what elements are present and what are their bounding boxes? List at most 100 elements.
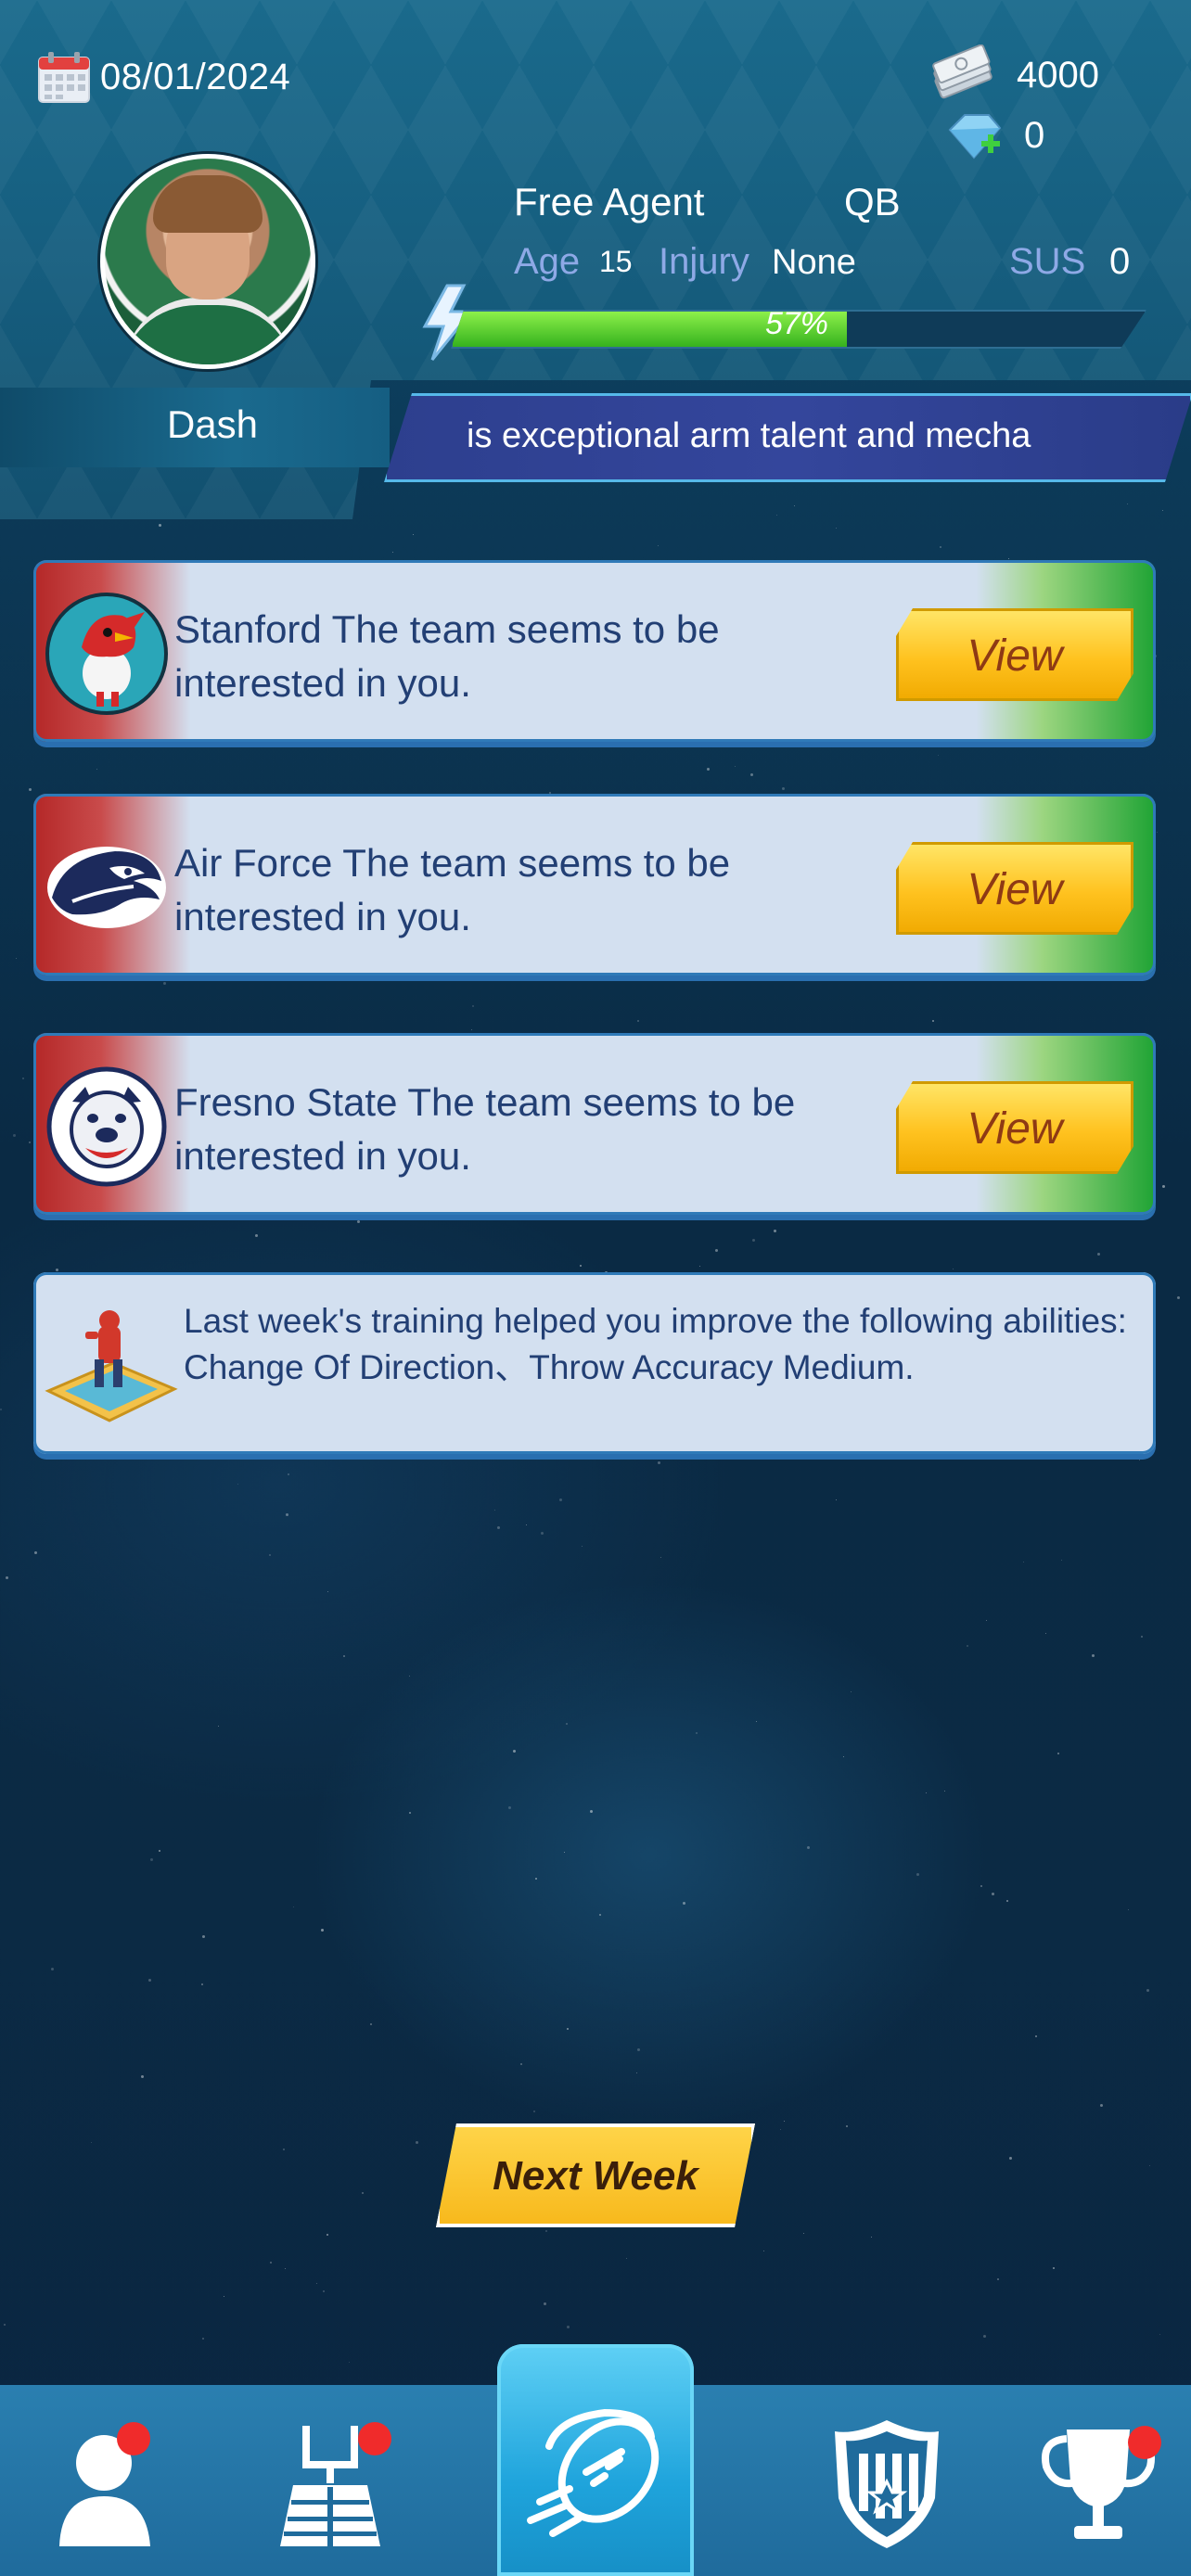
- view-button-label: View: [967, 865, 1063, 914]
- current-date: 08/01/2024: [100, 56, 291, 97]
- view-button-label: View: [967, 1104, 1063, 1154]
- star: [636, 2072, 637, 2073]
- star: [321, 1929, 324, 1932]
- star: [637, 1020, 639, 1022]
- star: [1045, 1633, 1046, 1634]
- star: [1008, 558, 1009, 559]
- scouting-ticker: is exceptional arm talent and mecha: [384, 393, 1191, 482]
- star: [286, 1513, 288, 1516]
- star: [471, 1029, 472, 1030]
- star: [409, 1812, 411, 1814]
- star: [96, 769, 97, 770]
- star: [327, 1591, 328, 1592]
- nav-team-tab[interactable]: [794, 2385, 980, 2576]
- cash-counter[interactable]: 4000: [928, 45, 1099, 106]
- offer-card-stanford: Stanford The team seems to be interested…: [33, 560, 1156, 742]
- nav-trophy-tab[interactable]: [1005, 2385, 1191, 2576]
- player-name: Dash: [166, 402, 259, 446]
- star: [22, 1078, 24, 1079]
- star: [4, 2324, 6, 2326]
- star: [992, 1893, 994, 1895]
- star: [1009, 2157, 1012, 2160]
- calendar-icon: [38, 52, 90, 103]
- star: [1146, 1989, 1149, 1992]
- star: [564, 1852, 565, 1853]
- star: [1057, 1753, 1059, 1754]
- age-label: Age: [514, 241, 581, 282]
- star: [724, 1217, 725, 1218]
- star: [983, 2335, 986, 2338]
- star: [1092, 1654, 1095, 1657]
- ticker-text: is exceptional arm talent and mecha: [467, 416, 1031, 455]
- star: [270, 2262, 272, 2264]
- star: [658, 1461, 660, 1464]
- training-message: Last week's training helped you improve …: [184, 1302, 1127, 1386]
- gem-amount: 0: [1024, 114, 1045, 156]
- star: [494, 1510, 495, 1511]
- star: [626, 2258, 627, 2259]
- star: [599, 1914, 601, 1916]
- star: [535, 1878, 537, 1880]
- player-avatar[interactable]: [100, 154, 315, 369]
- star: [707, 768, 710, 771]
- training-player-icon: [45, 1310, 178, 1422]
- star: [836, 528, 837, 529]
- star: [658, 545, 659, 546]
- cardinal-bird-icon: [45, 593, 168, 715]
- star: [91, 2142, 92, 2143]
- star: [323, 2290, 325, 2292]
- star: [1128, 1909, 1129, 1910]
- star: [1177, 1296, 1180, 1299]
- star: [202, 1935, 205, 1938]
- star: [851, 1691, 852, 1692]
- star: [1141, 1636, 1143, 1638]
- star: [343, 1655, 345, 1657]
- star: [283, 2149, 285, 2150]
- nav-player-tab[interactable]: [15, 2385, 200, 2576]
- star: [285, 2268, 286, 2269]
- star: [293, 1906, 294, 1907]
- offer-message: Air Force The team seems to be intereste…: [174, 841, 731, 938]
- training-report-card: Last week's training helped you improve …: [33, 1272, 1156, 1454]
- gem-counter[interactable]: 0: [937, 108, 1044, 163]
- star: [409, 1676, 410, 1677]
- view-offer-button[interactable]: View: [896, 1081, 1133, 1174]
- nav-play-tab[interactable]: [497, 2344, 694, 2576]
- star: [940, 546, 941, 548]
- star: [508, 1806, 511, 1809]
- view-offer-button[interactable]: View: [896, 842, 1133, 935]
- star: [803, 2233, 804, 2234]
- star: [34, 1551, 37, 1554]
- nav-training-tab[interactable]: [237, 2385, 423, 2576]
- star: [715, 1249, 718, 1252]
- star: [980, 1885, 982, 1887]
- star: [526, 1524, 527, 1525]
- cash-amount: 4000: [1017, 54, 1099, 96]
- star: [56, 1269, 58, 1271]
- offer-message: Stanford The team seems to be interested…: [174, 607, 720, 705]
- date-display: 08/01/2024: [35, 48, 290, 106]
- star: [566, 1723, 568, 1725]
- star: [1061, 1560, 1062, 1561]
- star: [6, 1576, 8, 1579]
- star: [237, 1484, 238, 1485]
- contract-status: Free Agent: [514, 180, 705, 223]
- star: [756, 1721, 757, 1722]
- star: [67, 979, 69, 981]
- age-value: 15: [599, 245, 633, 278]
- next-week-button[interactable]: Next Week: [436, 2123, 755, 2227]
- star: [986, 1620, 987, 1621]
- star: [559, 1498, 562, 1501]
- suspension-value: 0: [1109, 241, 1131, 282]
- star: [967, 1645, 968, 1647]
- star: [0, 1409, 2, 1410]
- star: [357, 1220, 360, 1223]
- star: [696, 1732, 698, 1734]
- bulldog-icon: [46, 1066, 167, 1187]
- star: [843, 1756, 844, 1757]
- star: [938, 755, 939, 756]
- star: [269, 1554, 271, 1556]
- football-icon: [527, 2408, 660, 2537]
- star: [392, 552, 393, 553]
- view-offer-button[interactable]: View: [896, 608, 1133, 701]
